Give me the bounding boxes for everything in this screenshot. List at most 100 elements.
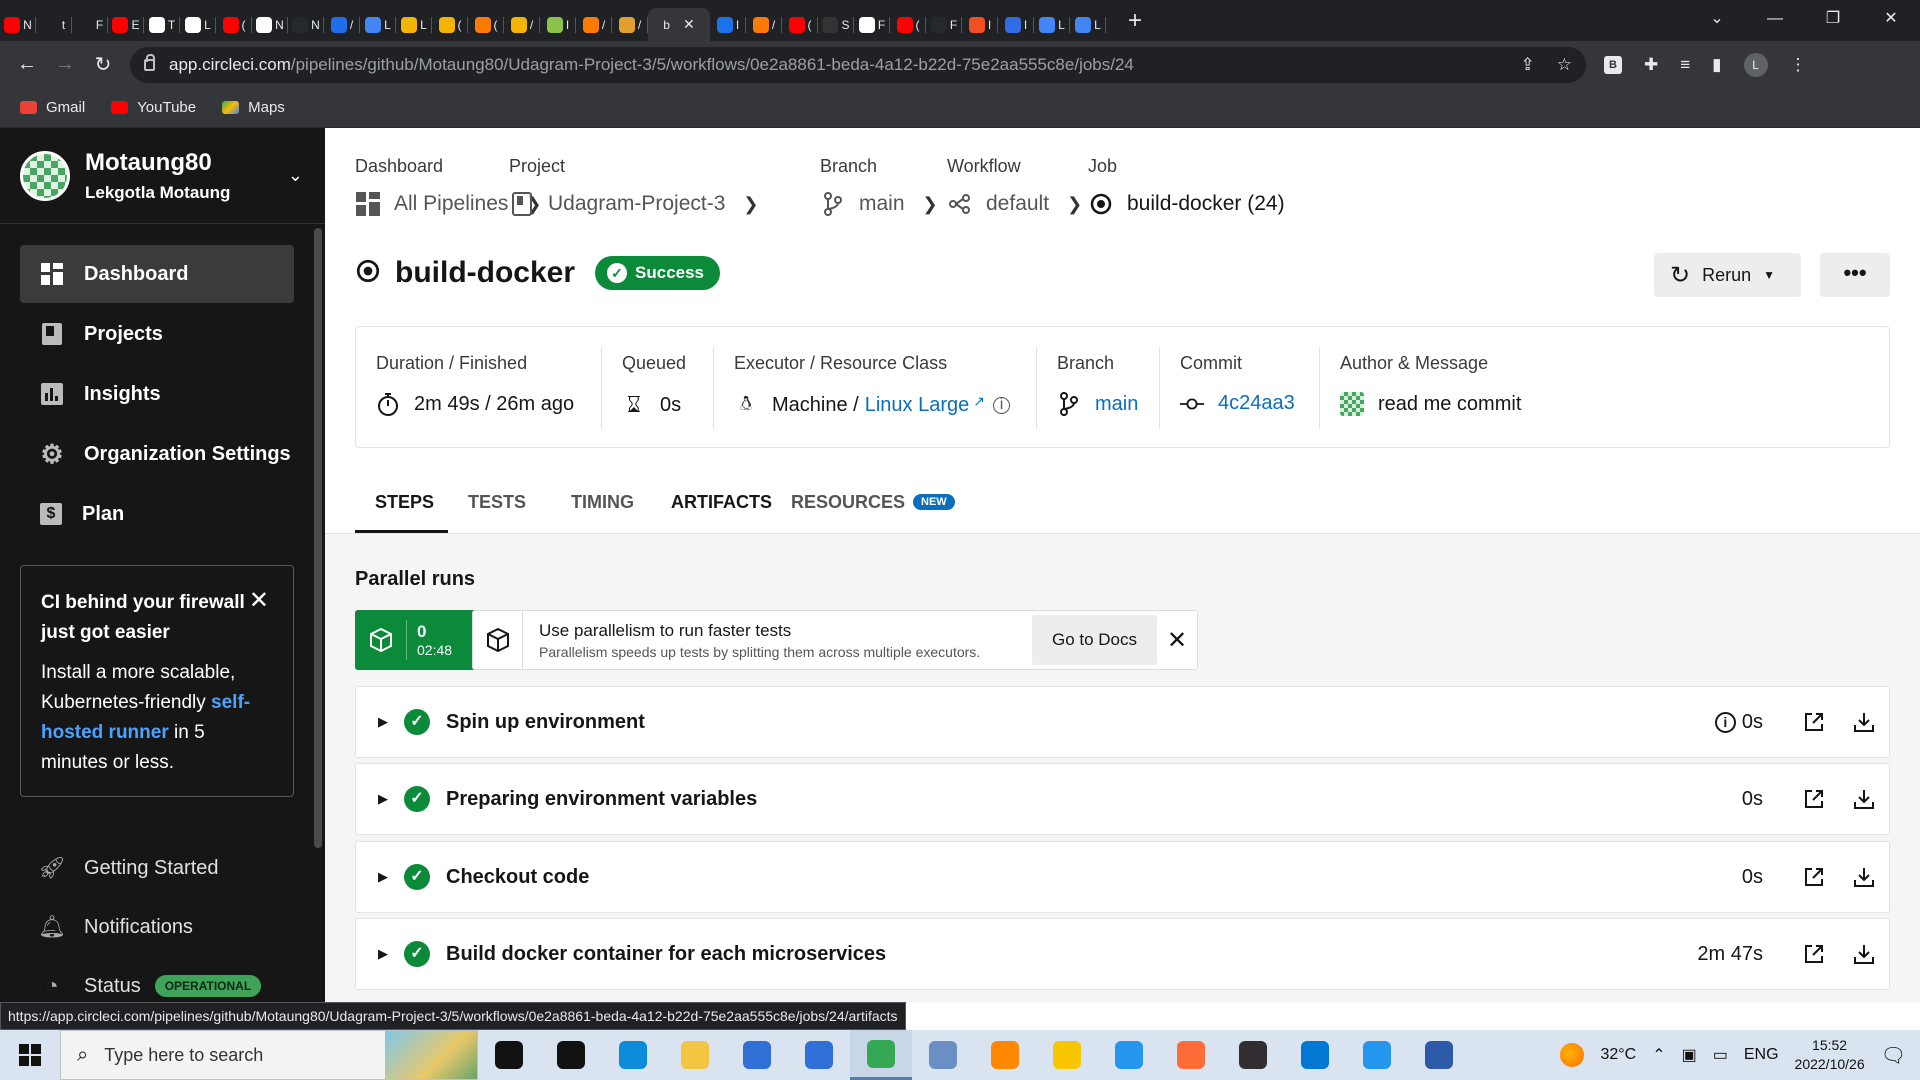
taskbar-app[interactable] <box>1160 1030 1222 1080</box>
meet-now-icon[interactable]: ▣ <box>1682 1045 1697 1065</box>
browser-tab[interactable]: F <box>854 8 890 41</box>
branch-link[interactable]: main <box>1095 393 1138 416</box>
download-icon[interactable] <box>1839 788 1889 810</box>
sidebar-item-dashboard[interactable]: Dashboard <box>20 245 294 303</box>
tab-search-icon[interactable]: ⌄ <box>1688 0 1746 41</box>
tab-tests[interactable]: TESTS <box>448 478 551 534</box>
browser-tab[interactable]: / <box>324 8 360 41</box>
resource-class-link[interactable]: Linux Large <box>865 394 970 417</box>
breadcrumb-link-project[interactable]: Udagram-Project-3 ❯ <box>509 191 759 217</box>
taskbar-app[interactable] <box>1284 1030 1346 1080</box>
tab-artifacts[interactable]: ARTIFACTS <box>651 478 772 534</box>
taskbar-app[interactable] <box>726 1030 788 1080</box>
browser-tab[interactable]: I <box>998 8 1034 41</box>
breadcrumb-link-workflow[interactable]: default ❯ <box>947 191 1082 217</box>
sidebar-item-status[interactable]: ◔ Status OPERATIONAL <box>40 973 262 998</box>
back-button[interactable]: ← <box>8 53 46 76</box>
browser-tab[interactable]: F <box>72 8 108 41</box>
download-icon[interactable] <box>1839 866 1889 888</box>
close-icon[interactable]: ✕ <box>1157 626 1197 655</box>
browser-tab[interactable]: N <box>0 8 36 41</box>
taskbar-app[interactable] <box>1346 1030 1408 1080</box>
caret-right-icon[interactable]: ▶ <box>378 946 388 962</box>
browser-tab[interactable]: T <box>144 8 180 41</box>
more-options-button[interactable]: ••• <box>1820 253 1890 297</box>
taskbar-app[interactable] <box>912 1030 974 1080</box>
sidebar-scrollbar[interactable] <box>314 228 322 848</box>
commit-link[interactable]: 4c24aa3 <box>1218 392 1295 415</box>
taskbar-app[interactable] <box>974 1030 1036 1080</box>
media-control-icon[interactable]: ≡ <box>1680 55 1690 75</box>
weather-icon[interactable] <box>1560 1043 1585 1067</box>
browser-tab[interactable]: I <box>540 8 576 41</box>
bookmark-gmail[interactable]: Gmail <box>20 99 85 116</box>
sidebar-item-plan[interactable]: $ Plan <box>20 485 294 543</box>
open-external-icon[interactable] <box>1789 943 1839 965</box>
step-row[interactable]: ▶ ✓ Spin up environment i 0s <box>355 686 1890 758</box>
taskbar-app[interactable] <box>602 1030 664 1080</box>
windows-start-button[interactable] <box>0 1044 60 1066</box>
browser-tab[interactable]: ( <box>782 8 818 41</box>
taskbar-app[interactable] <box>850 1030 912 1080</box>
browser-tab[interactable]: N <box>288 8 324 41</box>
browser-tab[interactable]: L <box>396 8 432 41</box>
taskbar-app[interactable] <box>478 1030 540 1080</box>
tab-steps[interactable]: STEPS <box>355 478 448 534</box>
step-row[interactable]: ▶ ✓ Checkout code 0s <box>355 841 1890 913</box>
browser-tab[interactable]: L <box>1070 8 1106 41</box>
temperature[interactable]: 32°C <box>1600 1046 1636 1064</box>
extension-b-icon[interactable]: B <box>1604 55 1622 74</box>
clock[interactable]: 15:52 2022/10/26 <box>1795 1036 1865 1074</box>
sidebar-item-notifications[interactable]: 🔔︎ Notifications <box>38 914 193 939</box>
caret-right-icon[interactable]: ▶ <box>378 714 388 730</box>
step-row[interactable]: ▶ ✓ Preparing environment variables 0s <box>355 763 1890 835</box>
taskbar-app[interactable] <box>540 1030 602 1080</box>
browser-tab[interactable]: L <box>360 8 396 41</box>
browser-tab[interactable]: ( <box>468 8 504 41</box>
browser-menu-icon[interactable]: ⋮ <box>1790 55 1807 75</box>
forward-button[interactable]: → <box>46 53 84 76</box>
browser-tab[interactable]: L <box>1034 8 1070 41</box>
download-icon[interactable] <box>1839 943 1889 965</box>
taskbar-app[interactable] <box>664 1030 726 1080</box>
caret-right-icon[interactable]: ▶ <box>378 791 388 807</box>
browser-tab[interactable]: E <box>108 8 144 41</box>
caret-right-icon[interactable]: ▶ <box>378 869 388 885</box>
sidebar-item-getting-started[interactable]: 🚀︎ Getting Started <box>38 855 219 880</box>
browser-tab[interactable]: ( <box>216 8 252 41</box>
go-to-docs-button[interactable]: Go to Docs <box>1032 615 1157 665</box>
chevron-up-icon[interactable]: ⌃ <box>1652 1045 1665 1065</box>
close-tab-icon[interactable]: ✕ <box>683 16 695 33</box>
open-external-icon[interactable] <box>1789 711 1839 733</box>
chevron-down-icon[interactable]: ⌄ <box>288 165 303 186</box>
browser-tab[interactable]: ( <box>890 8 926 41</box>
address-bar[interactable]: app.circleci.com/pipelines/github/Motaun… <box>130 46 1586 83</box>
close-window-button[interactable]: ✕ <box>1862 0 1920 41</box>
share-icon[interactable]: ⇪ <box>1521 55 1535 75</box>
open-external-icon[interactable] <box>1789 866 1839 888</box>
taskbar-app[interactable] <box>1222 1030 1284 1080</box>
minimize-button[interactable]: — <box>1746 0 1804 41</box>
lock-icon[interactable] <box>144 53 155 71</box>
rerun-button[interactable]: ↻ Rerun ▼ <box>1654 253 1801 297</box>
sidebar-item-organization-settings[interactable]: ⚙ Organization Settings <box>20 425 294 483</box>
tab-resources[interactable]: RESOURCES NEW <box>771 478 975 534</box>
breadcrumb-link-branch[interactable]: main ❯ <box>820 191 938 217</box>
browser-tab[interactable]: F <box>926 8 962 41</box>
new-tab-button[interactable]: + <box>1120 7 1150 35</box>
browser-tab[interactable]: / <box>746 8 782 41</box>
taskbar-app[interactable] <box>1408 1030 1470 1080</box>
close-icon[interactable]: ✕ <box>249 586 269 615</box>
restore-button[interactable]: ❐ <box>1804 0 1862 41</box>
taskbar-app[interactable] <box>1098 1030 1160 1080</box>
browser-tab[interactable]: / <box>576 8 612 41</box>
browser-tab[interactable]: L <box>180 8 216 41</box>
browser-tab[interactable]: S <box>818 8 854 41</box>
browser-tab[interactable]: / <box>504 8 540 41</box>
sidebar-item-insights[interactable]: Insights <box>20 365 294 423</box>
browser-tab[interactable]: I <box>962 8 998 41</box>
notification-center-icon[interactable]: 🗨︎ <box>1881 1043 1906 1068</box>
taskbar-app[interactable] <box>1036 1030 1098 1080</box>
browser-tab[interactable]: N <box>252 8 288 41</box>
battery-icon[interactable]: ▭ <box>1713 1045 1728 1065</box>
